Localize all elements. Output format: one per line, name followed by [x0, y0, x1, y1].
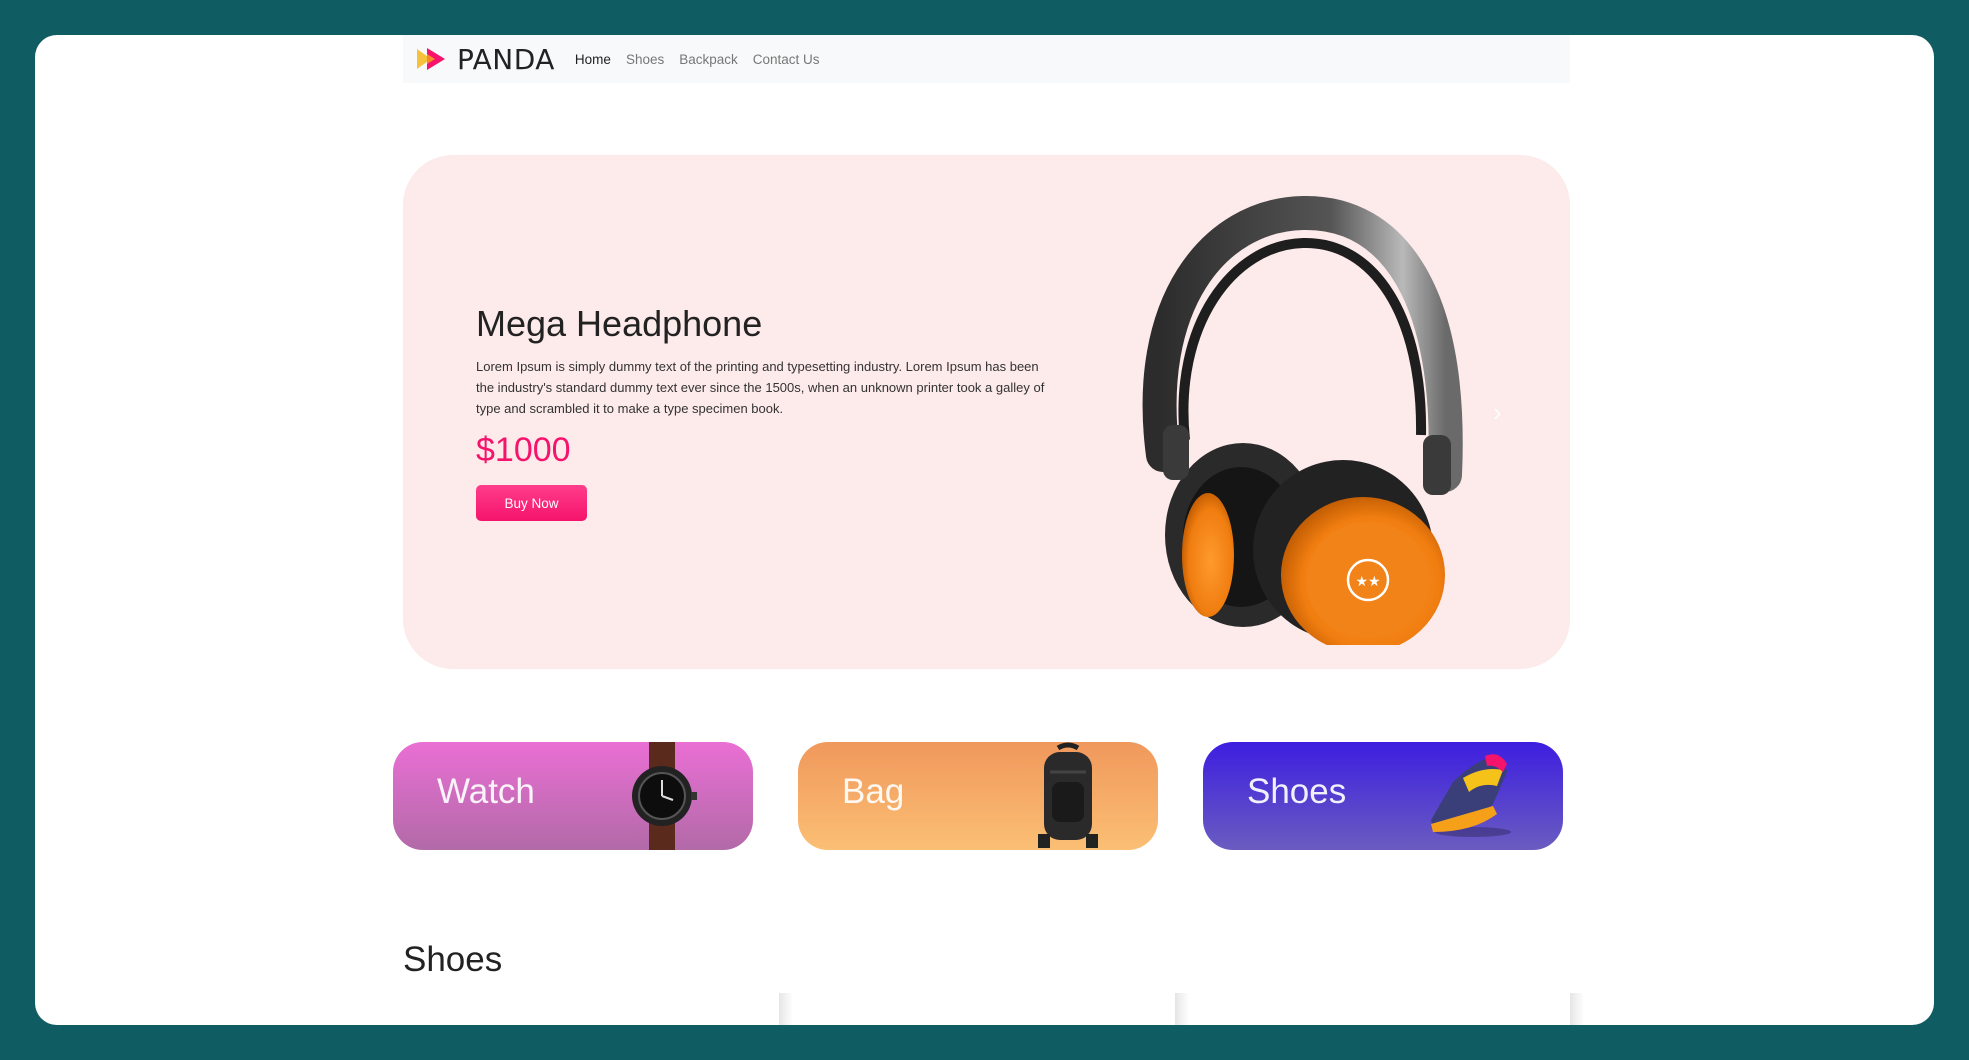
watch-icon [632, 742, 697, 850]
nav-menu: Home Shoes Backpack Contact Us [575, 52, 835, 67]
nav-item-contact-us[interactable]: Contact Us [753, 52, 820, 67]
category-card-shoes[interactable]: Shoes [1203, 742, 1563, 850]
product-card-edge [1570, 993, 1584, 1025]
nav-item-home[interactable]: Home [575, 52, 611, 67]
chevron-right-icon[interactable]: › [1493, 399, 1517, 425]
category-card-watch[interactable]: Watch [393, 742, 753, 850]
sneaker-icon [1431, 754, 1511, 837]
buy-now-button[interactable]: Buy Now [476, 485, 587, 521]
category-label: Bag [842, 772, 905, 811]
hero-description: Lorem Ipsum is simply dummy text of the … [476, 359, 1045, 416]
hero-carousel: Mega Headphone Lorem Ipsum is simply dum… [403, 155, 1570, 669]
hero-title: Mega Headphone [476, 303, 763, 344]
category-card-bag[interactable]: Bag [798, 742, 1158, 850]
hero-price: $1000 [476, 431, 571, 469]
navbar: PANDA Home Shoes Backpack Contact Us [403, 35, 1570, 83]
category-label: Watch [437, 772, 535, 811]
brand-name: PANDA [457, 42, 555, 76]
section-title: Shoes [403, 940, 503, 979]
product-card-edge [1175, 993, 1189, 1025]
category-label: Shoes [1247, 772, 1347, 811]
backpack-icon [1038, 742, 1098, 848]
app-window: PANDA Home Shoes Backpack Contact Us Meg… [35, 35, 1934, 1025]
nav-item-backpack[interactable]: Backpack [679, 52, 738, 67]
nav-item-shoes[interactable]: Shoes [626, 52, 664, 67]
brand-logo[interactable]: PANDA [415, 43, 555, 76]
product-card-edge [779, 993, 793, 1025]
headphone-image: ★★ [1142, 195, 1463, 645]
panda-logo-icon [417, 48, 445, 70]
svg-text:★★: ★★ [1355, 574, 1380, 590]
